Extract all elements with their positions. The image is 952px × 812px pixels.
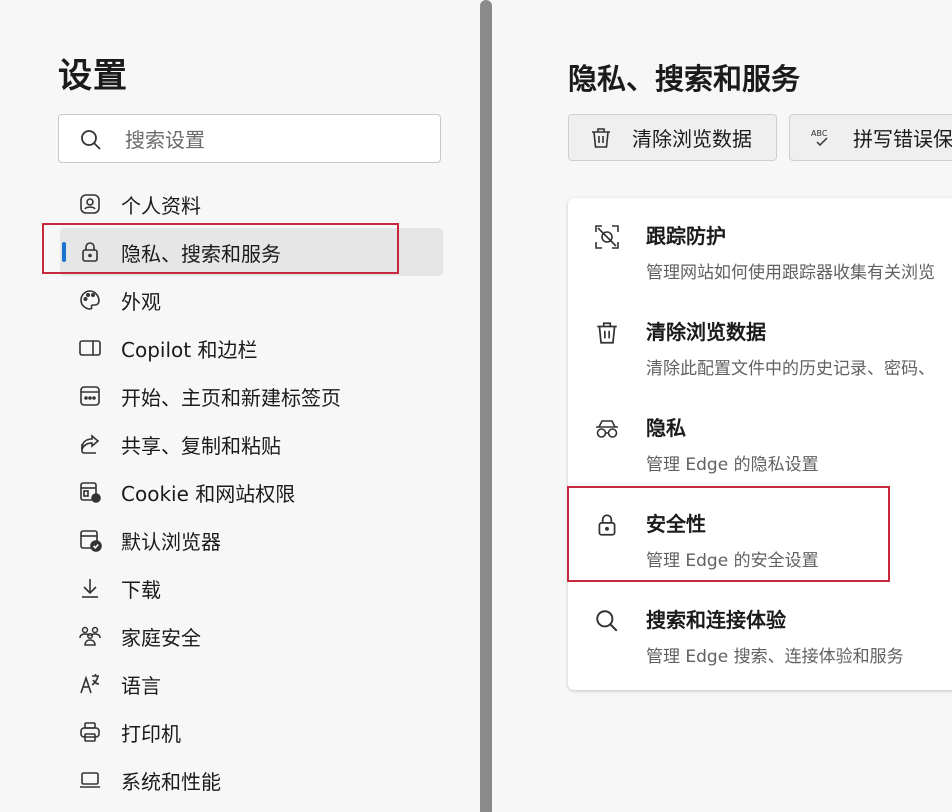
sidebar-item-label: 共享、复制和粘贴	[121, 433, 281, 458]
section-title: 清除浏览数据	[646, 320, 766, 344]
sidebar-item-label: 开始、主页和新建标签页	[121, 385, 341, 410]
sidebar-item-cookies[interactable]: Cookie 和网站权限	[60, 468, 443, 516]
sidebar-item-label: 家庭安全	[121, 625, 201, 650]
sidebar-item-appearance[interactable]: 外观	[60, 276, 443, 324]
pane-divider-scrollbar[interactable]	[480, 0, 492, 812]
sidebar-item-downloads[interactable]: 下载	[60, 564, 443, 612]
sidebar-title: 设置	[58, 56, 128, 96]
search-icon	[79, 128, 103, 152]
sidebar-item-family[interactable]: 家庭安全	[60, 612, 443, 660]
settings-sidebar: 设置 个人资料 隐私、搜索和服务 外观	[0, 0, 478, 812]
sidebar-item-label: 默认浏览器	[121, 529, 221, 554]
download-icon	[78, 576, 102, 600]
section-clear-browsing-data[interactable]: 清除浏览数据 清除此配置文件中的历史记录、密码、	[568, 294, 952, 390]
privacy-sections-card: 跟踪防护 管理网站如何使用跟踪器收集有关浏览 清除浏览数据 清除此配置文件中的历…	[568, 198, 952, 690]
home-tab-icon	[78, 384, 102, 408]
section-description: 管理 Edge 搜索、连接体验和服务	[646, 647, 904, 667]
sidebar-item-language[interactable]: 语言	[60, 660, 443, 708]
sidebar-item-label: 系统和性能	[121, 769, 221, 794]
sidebar-item-start-home[interactable]: 开始、主页和新建标签页	[60, 372, 443, 420]
family-icon	[78, 624, 102, 648]
cookie-settings-icon	[78, 480, 102, 504]
main-content: 隐私、搜索和服务 清除浏览数据 ABC 拼写错误保 跟踪防护 管理网站如何使用跟…	[494, 0, 952, 812]
lock-icon	[594, 512, 620, 538]
page-title: 隐私、搜索和服务	[568, 62, 801, 96]
settings-nav: 个人资料 隐私、搜索和服务 外观 Copilot 和边栏 开始、主页和新建标签页	[60, 180, 443, 804]
sidebar-item-system[interactable]: 系统和性能	[60, 756, 443, 804]
sidebar-item-label: 语言	[121, 673, 161, 698]
trash-icon	[589, 126, 613, 150]
sidebar-item-profile[interactable]: 个人资料	[60, 180, 443, 228]
palette-icon	[78, 288, 102, 312]
sidebar-item-copilot[interactable]: Copilot 和边栏	[60, 324, 443, 372]
search-box[interactable]	[58, 114, 441, 163]
sidebar-icon	[78, 336, 102, 360]
incognito-glasses-icon	[594, 416, 620, 442]
section-title: 搜索和连接体验	[646, 608, 786, 632]
quick-action-label: 清除浏览数据	[632, 127, 752, 151]
sidebar-item-label: 打印机	[121, 721, 181, 746]
search-input[interactable]	[123, 123, 427, 157]
sidebar-item-label: Cookie 和网站权限	[121, 481, 296, 506]
lock-icon	[78, 240, 102, 264]
default-browser-icon	[78, 528, 102, 552]
profile-icon	[78, 192, 102, 216]
section-description: 管理网站如何使用跟踪器收集有关浏览	[646, 263, 935, 283]
svg-text:ABC: ABC	[811, 129, 828, 138]
sidebar-item-label: 隐私、搜索和服务	[121, 241, 281, 266]
share-icon	[78, 432, 102, 456]
laptop-icon	[78, 768, 102, 792]
spellcheck-button[interactable]: ABC 拼写错误保	[789, 114, 952, 161]
sidebar-item-label: 外观	[121, 289, 161, 314]
language-icon	[78, 672, 102, 696]
section-description: 管理 Edge 的隐私设置	[646, 455, 819, 475]
clear-browsing-data-button[interactable]: 清除浏览数据	[568, 114, 777, 161]
section-title: 隐私	[646, 416, 686, 440]
section-title: 安全性	[646, 512, 706, 536]
section-tracking-prevention[interactable]: 跟踪防护 管理网站如何使用跟踪器收集有关浏览	[568, 198, 952, 294]
section-security[interactable]: 安全性 管理 Edge 的安全设置	[568, 486, 952, 582]
section-search-connected[interactable]: 搜索和连接体验 管理 Edge 搜索、连接体验和服务	[568, 582, 952, 678]
sidebar-item-share[interactable]: 共享、复制和粘贴	[60, 420, 443, 468]
sidebar-item-printers[interactable]: 打印机	[60, 708, 443, 756]
spellcheck-icon: ABC	[810, 126, 834, 150]
section-privacy[interactable]: 隐私 管理 Edge 的隐私设置	[568, 390, 952, 486]
trash-icon	[594, 320, 620, 346]
section-title: 跟踪防护	[646, 224, 726, 248]
tracking-prevention-icon	[594, 224, 620, 250]
quick-action-label: 拼写错误保	[853, 127, 952, 151]
sidebar-item-default-browser[interactable]: 默认浏览器	[60, 516, 443, 564]
sidebar-item-label: 下载	[121, 577, 161, 602]
search-icon	[594, 608, 620, 634]
sidebar-item-privacy[interactable]: 隐私、搜索和服务	[60, 228, 443, 276]
printer-icon	[78, 720, 102, 744]
section-description: 管理 Edge 的安全设置	[646, 551, 819, 571]
section-description: 清除此配置文件中的历史记录、密码、	[646, 359, 935, 379]
sidebar-item-label: 个人资料	[121, 193, 201, 218]
sidebar-item-label: Copilot 和边栏	[121, 337, 258, 362]
